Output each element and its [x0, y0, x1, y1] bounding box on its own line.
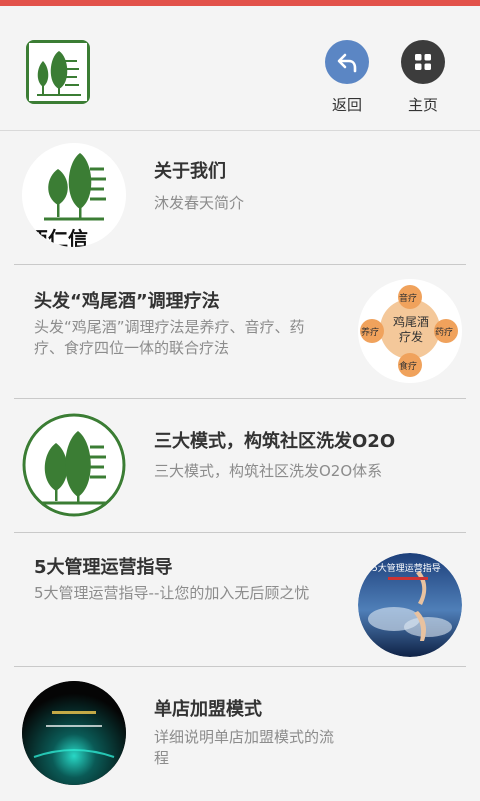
- item-description: 头发“鸡尾酒”调理疗法是养疗、音疗、药疗、食疗四位一体的联合疗法: [34, 318, 305, 357]
- item-description: 详细说明单店加盟模式的流程: [154, 728, 335, 767]
- list-item-about-us[interactable]: 西仁信 关于我们 沐发春天简介: [0, 131, 480, 265]
- item-title: 三大模式，构筑社区洗发O2O: [154, 431, 396, 452]
- app-header: 返回 主页: [0, 6, 480, 131]
- cocktail-label: 药疗: [435, 328, 454, 338]
- item-title: 单店加盟模式: [154, 699, 262, 720]
- about-thumbnail: 西仁信: [22, 143, 126, 247]
- back-arrow-icon: [325, 40, 369, 84]
- franchise-thumbnail: [22, 681, 126, 785]
- list-item-three-models[interactable]: 三大模式，构筑社区洗发O2O 三大模式，构筑社区洗发O2O体系: [0, 399, 480, 533]
- cocktail-label: 食疗: [399, 362, 418, 372]
- cocktail-thumbnail: 鸡尾酒疗发 音疗 养疗 药疗 食疗: [358, 279, 462, 383]
- home-button[interactable]: 主页: [393, 40, 453, 115]
- list-item-management-guidance[interactable]: 5大管理运营指导 5大管理运营指导--让您的加入无后顾之忧 5大管理运营指导: [0, 533, 480, 667]
- tree-logo-thumbnail: [22, 413, 126, 517]
- item-title: 关于我们: [154, 161, 226, 182]
- cocktail-center-label: 鸡尾酒疗发: [392, 315, 429, 344]
- item-description: 5大管理运营指导--让您的加入无后顾之忧: [34, 584, 310, 602]
- thumb-text: 5大管理运营指导: [372, 564, 441, 574]
- back-button[interactable]: 返回: [317, 40, 377, 115]
- list-item-cocktail-therapy[interactable]: 头发“鸡尾酒”调理疗法 头发“鸡尾酒”调理疗法是养疗、音疗、药疗、食疗四位一体的…: [0, 265, 480, 399]
- thumb-text: 西仁信: [28, 227, 88, 247]
- tree-logo-icon[interactable]: [26, 40, 90, 104]
- cocktail-label: 音疗: [399, 294, 418, 304]
- home-label: 主页: [407, 96, 438, 114]
- item-description: 沐发春天简介: [154, 194, 245, 212]
- menu-list: 西仁信 关于我们 沐发春天简介 头发“鸡尾酒”调理疗法 头发“鸡尾酒”调理疗法是…: [0, 131, 480, 801]
- list-item-single-store-franchise[interactable]: 单店加盟模式 详细说明单店加盟模式的流程: [0, 667, 480, 801]
- cocktail-label: 养疗: [361, 328, 380, 338]
- grid-icon: [401, 40, 445, 84]
- management-thumbnail: 5大管理运营指导: [358, 553, 462, 657]
- item-title: 5大管理运营指导: [34, 557, 173, 578]
- item-title: 头发“鸡尾酒”调理疗法: [34, 291, 220, 312]
- item-description: 三大模式，构筑社区洗发O2O体系: [154, 462, 383, 480]
- back-label: 返回: [331, 96, 362, 114]
